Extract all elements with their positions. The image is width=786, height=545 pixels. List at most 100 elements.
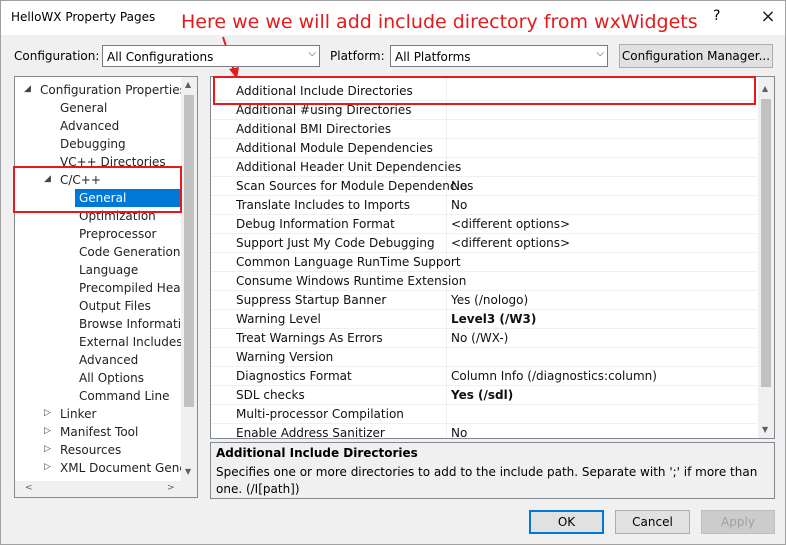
window-title: HelloWX Property Pages xyxy=(11,10,156,24)
configuration-label: Configuration: xyxy=(14,49,100,63)
property-value[interactable]: No xyxy=(451,179,467,193)
scroll-up-icon[interactable]: ▲ xyxy=(185,80,191,89)
tree-item[interactable]: XML Document Genera xyxy=(60,459,197,477)
chevron-down-icon: ⌵ xyxy=(596,48,604,59)
property-name: Enable Address Sanitizer xyxy=(236,426,385,439)
property-row[interactable]: Additional BMI Directories xyxy=(211,120,756,139)
cancel-button[interactable]: Cancel xyxy=(615,510,690,534)
property-row[interactable]: Enable Address Sanitizer No xyxy=(211,424,756,439)
property-row[interactable]: Warning Level Level3 (/W3) xyxy=(211,310,756,329)
description-panel: Additional Include Directories Specifies… xyxy=(210,442,775,499)
property-name: Common Language RunTime Support xyxy=(236,255,461,269)
scroll-up-icon[interactable]: ▲ xyxy=(762,84,768,93)
scroll-down-icon[interactable]: ▼ xyxy=(762,425,768,434)
grid-vertical-scrollbar[interactable]: ▲ ▼ xyxy=(758,77,774,438)
property-name: Translate Includes to Imports xyxy=(236,198,410,212)
property-value[interactable]: <different options> xyxy=(451,236,570,250)
property-name: Diagnostics Format xyxy=(236,369,352,383)
property-name: SDL checks xyxy=(236,388,305,402)
property-grid: Additional Include Directories Additional… xyxy=(210,76,775,439)
property-name: Additional #using Directories xyxy=(236,103,412,117)
property-row[interactable]: Scan Sources for Module Dependencies No xyxy=(211,177,756,196)
collapse-arrow-icon[interactable]: ▷ xyxy=(44,444,51,454)
tree-item[interactable]: Precompiled Heade xyxy=(79,279,196,297)
property-row[interactable]: Warning Version xyxy=(211,348,756,367)
annotation-text: Here we we will add include directory fr… xyxy=(181,11,698,33)
expand-arrow-icon[interactable]: ◢ xyxy=(24,84,31,94)
help-icon[interactable]: ? xyxy=(713,8,720,24)
property-name: Multi-processor Compilation xyxy=(236,407,404,421)
property-row[interactable]: Translate Includes to Imports No xyxy=(211,196,756,215)
scrollbar-thumb[interactable] xyxy=(184,95,194,407)
property-name: Debug Information Format xyxy=(236,217,395,231)
property-value[interactable]: No xyxy=(451,198,467,212)
property-row[interactable]: Debug Information Format <different optio… xyxy=(211,215,756,234)
apply-button[interactable]: Apply xyxy=(701,510,775,534)
property-row[interactable]: Consume Windows Runtime Extension xyxy=(211,272,756,291)
property-row[interactable]: Additional Header Unit Dependencies xyxy=(211,158,756,177)
property-value[interactable]: Column Info (/diagnostics:column) xyxy=(451,369,657,383)
tree-item[interactable]: Configuration Properties xyxy=(40,81,186,99)
property-row[interactable]: Multi-processor Compilation xyxy=(211,405,756,424)
tree-item[interactable]: Advanced xyxy=(60,117,119,135)
collapse-arrow-icon[interactable]: ▷ xyxy=(44,462,51,472)
property-row[interactable]: Treat Warnings As Errors No (/WX-) xyxy=(211,329,756,348)
tree-item[interactable]: Command Line xyxy=(79,387,170,405)
scrollbar-thumb[interactable] xyxy=(761,99,771,387)
property-value[interactable]: No xyxy=(451,426,467,438)
property-value[interactable]: Yes (/sdl) xyxy=(451,388,513,402)
property-row[interactable]: Common Language RunTime Support xyxy=(211,253,756,272)
scroll-right-icon[interactable]: > xyxy=(167,483,175,493)
property-value[interactable]: <different options> xyxy=(451,217,570,231)
property-name: Consume Windows Runtime Extension xyxy=(236,274,467,288)
close-icon[interactable]: × xyxy=(753,4,783,30)
property-value[interactable]: No (/WX-) xyxy=(451,331,508,345)
collapse-arrow-icon[interactable]: ▷ xyxy=(44,426,51,436)
property-value[interactable]: Level3 (/W3) xyxy=(451,312,536,326)
tree-item[interactable]: Debugging xyxy=(60,135,126,153)
collapse-arrow-icon[interactable]: ▷ xyxy=(44,408,51,418)
tree-item[interactable]: All Options xyxy=(79,369,144,387)
property-pages-dialog: HelloWX Property Pages ? × Here we we wi… xyxy=(0,0,786,545)
chevron-down-icon: ⌵ xyxy=(308,48,316,59)
tree-item[interactable]: Resources xyxy=(60,441,121,459)
property-row[interactable]: Additional Module Dependencies xyxy=(211,139,756,158)
platform-value: All Platforms xyxy=(395,50,471,64)
configuration-manager-button[interactable]: Configuration Manager... xyxy=(619,44,773,68)
tree-vertical-scrollbar[interactable]: ▲ ▼ xyxy=(181,77,197,481)
tree-horizontal-scrollbar[interactable]: < > xyxy=(15,481,197,497)
property-name: Additional BMI Directories xyxy=(236,122,392,136)
tree-item[interactable]: Language xyxy=(79,261,138,279)
ok-button[interactable]: OK xyxy=(529,510,604,534)
tree-item[interactable]: Browse Information xyxy=(79,315,196,333)
tree-item[interactable]: General xyxy=(60,99,107,117)
property-name: Treat Warnings As Errors xyxy=(236,331,383,345)
property-row[interactable]: Support Just My Code Debugging <different… xyxy=(211,234,756,253)
property-tree: ◢ Configuration Properties General Advanced… xyxy=(14,76,198,498)
tree-item[interactable]: Preprocessor xyxy=(79,225,156,243)
platform-label: Platform: xyxy=(330,49,385,63)
property-name: Additional Header Unit Dependencies xyxy=(236,160,462,174)
property-name: Warning Version xyxy=(236,350,334,364)
highlight-box xyxy=(213,76,756,105)
tree-item[interactable]: Linker xyxy=(60,405,96,423)
property-row[interactable]: Suppress Startup Banner Yes (/nologo) xyxy=(211,291,756,310)
tree-item[interactable]: External Includes xyxy=(79,333,183,351)
description-title: Additional Include Directories xyxy=(216,446,418,460)
scroll-left-icon[interactable]: < xyxy=(25,483,33,493)
tree-item[interactable]: Manifest Tool xyxy=(60,423,138,441)
tree-item[interactable]: Advanced xyxy=(79,351,138,369)
property-value[interactable]: Yes (/nologo) xyxy=(451,293,528,307)
property-name: Warning Level xyxy=(236,312,321,326)
property-row[interactable]: Diagnostics Format Column Info (/diagnost… xyxy=(211,367,756,386)
highlight-box xyxy=(13,166,182,213)
tree-item[interactable]: Output Files xyxy=(79,297,151,315)
configuration-select[interactable]: All Configurations ⌵ xyxy=(102,45,320,67)
property-row[interactable]: SDL checks Yes (/sdl) xyxy=(211,386,756,405)
property-name: Support Just My Code Debugging xyxy=(236,236,435,250)
property-name: Suppress Startup Banner xyxy=(236,293,387,307)
property-name: Additional Module Dependencies xyxy=(236,141,433,155)
platform-select[interactable]: All Platforms ⌵ xyxy=(390,45,608,67)
scroll-down-icon[interactable]: ▼ xyxy=(185,467,191,476)
tree-item[interactable]: Code Generation xyxy=(79,243,180,261)
